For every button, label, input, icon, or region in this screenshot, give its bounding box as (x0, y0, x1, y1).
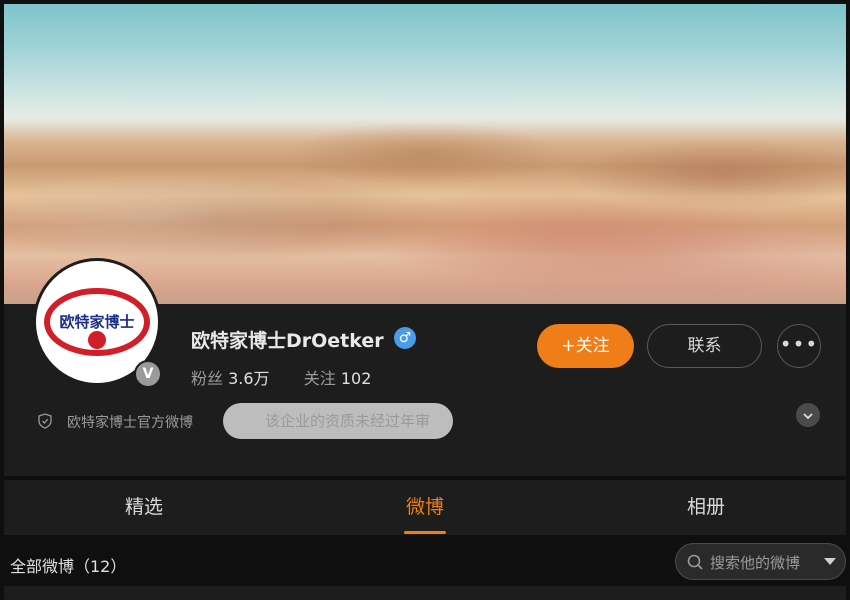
tab-album[interactable]: 相册 (626, 480, 786, 535)
fans-count[interactable]: 3.6万 (228, 369, 269, 388)
male-icon: ♂ (394, 327, 416, 349)
search-input[interactable]: 搜索他的微博 (675, 543, 846, 580)
banner-sand-shade (384, 204, 846, 304)
search-icon (687, 554, 703, 570)
shield-icon (38, 413, 52, 429)
feed-title: 全部微博（12） (10, 557, 127, 576)
chevron-down-icon[interactable] (796, 403, 820, 427)
more-button[interactable]: ••• (777, 324, 821, 368)
profile-tabs: 精选 微博 相册 (4, 480, 846, 535)
profile-stats: 粉丝 3.6万 关注 102 (191, 365, 371, 389)
search-placeholder: 搜索他的微博 (710, 554, 801, 572)
avatar-logo-text: 欧特家博士 (59, 313, 135, 331)
caret-down-icon[interactable] (824, 558, 836, 565)
chevron-down-glyph (803, 412, 813, 419)
official-account-text: 欧特家博士官方微博 (67, 415, 193, 431)
follow-button[interactable]: +关注 (537, 324, 634, 368)
feed-list-start (4, 586, 846, 600)
active-tab-indicator (404, 531, 446, 534)
profile-name: 欧特家博士DrOetker (191, 330, 384, 352)
follow-label[interactable]: 关注 (304, 369, 336, 388)
tab-weibo[interactable]: 微博 (345, 480, 505, 535)
avatar-logo-head (88, 331, 106, 349)
qualification-notice: 该企业的资质未经过年审 (223, 403, 453, 439)
verified-icon: V (134, 360, 162, 388)
tab-featured[interactable]: 精选 (64, 480, 224, 535)
fans-label[interactable]: 粉丝 (191, 369, 223, 388)
contact-button[interactable]: 联系 (647, 324, 762, 368)
follow-count[interactable]: 102 (341, 369, 372, 388)
profile-page: 欧特家博士 V 欧特家博士DrOetker ♂ 粉丝 3.6万 关注 102 +… (4, 4, 846, 600)
cover-banner (4, 4, 846, 304)
